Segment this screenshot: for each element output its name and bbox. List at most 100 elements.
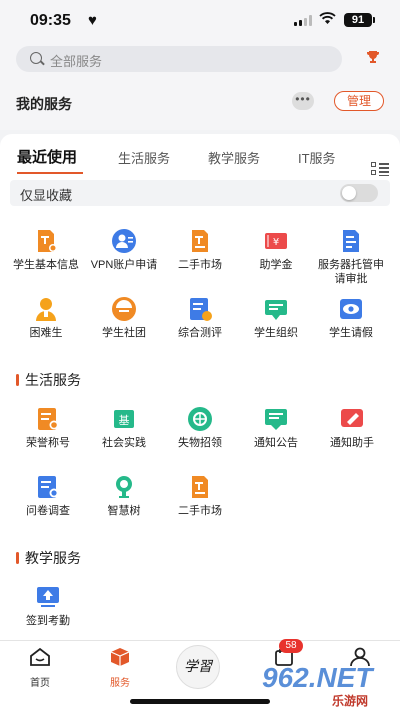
status-time: 09:35 — [30, 12, 71, 29]
second-hand-market-icon — [192, 230, 208, 252]
services-box-icon — [110, 648, 130, 666]
watermark-logo: 962.NET — [262, 662, 373, 693]
tab-teaching[interactable]: 教学服务 — [208, 148, 260, 167]
status-bar: 09:35 ♥ 91 — [0, 0, 400, 40]
app-server-hosting[interactable]: 服务器托管申请审批 — [316, 228, 386, 286]
grid-view-icon[interactable] — [371, 162, 389, 177]
battery-indicator: 91 — [344, 13, 372, 27]
svg-text:基: 基 — [119, 414, 130, 427]
search-placeholder: 全部服务 — [50, 54, 103, 69]
study-center-button[interactable]: 学習 — [176, 645, 220, 689]
social-practice-icon: 基 — [114, 410, 134, 428]
honor-title-icon — [38, 408, 59, 430]
app-second-hand-market[interactable]: 二手市场 — [165, 228, 235, 272]
app-label: 荣誉称号 — [26, 437, 70, 449]
app-label: 学生社团 — [102, 327, 146, 339]
app-label: 二手市场 — [178, 259, 222, 271]
app-grant[interactable]: ¥ 助学金 — [241, 228, 311, 272]
tab-services-label: 服务 — [110, 678, 130, 689]
questionnaire-icon — [38, 476, 59, 498]
comprehensive-evaluation-icon — [190, 298, 212, 321]
app-needy-student[interactable]: 困难生 — [11, 296, 81, 340]
app-smart-tree[interactable]: 智慧树 — [89, 474, 159, 518]
tab-life[interactable]: 生活服务 — [118, 148, 170, 167]
tab-home[interactable]: 首页 — [15, 647, 65, 689]
app-label: 困难生 — [29, 327, 63, 339]
app-label: 失物招领 — [178, 437, 222, 449]
svg-text:¥: ¥ — [273, 237, 279, 248]
active-tab-underline — [17, 172, 83, 174]
home-icon — [30, 647, 50, 666]
app-questionnaire[interactable]: 问卷调查 — [13, 474, 83, 518]
signal-icon — [294, 15, 312, 26]
grant-icon: ¥ — [265, 233, 287, 249]
server-hosting-icon — [343, 230, 359, 252]
vpn-account-icon — [112, 229, 136, 253]
app-label: 综合测评 — [178, 327, 222, 339]
app-student-organization[interactable]: 学生组织 — [241, 296, 311, 340]
app-student-club[interactable]: 学生社团 — [89, 296, 159, 340]
home-indicator[interactable] — [130, 699, 270, 704]
heart-icon: ♥ — [88, 12, 97, 29]
wifi-icon — [319, 12, 336, 24]
teaching-section-label: 教学服务 — [25, 550, 81, 566]
app-social-practice[interactable]: 基 社会实践 — [89, 406, 159, 450]
app-label: 社会实践 — [102, 437, 146, 449]
app-student-leave[interactable]: 学生请假 — [316, 296, 386, 340]
notice-assistant-icon — [341, 409, 363, 427]
life-section-label: 生活服务 — [25, 372, 81, 388]
app-label: VPN账户申请 — [90, 259, 158, 271]
app-label: 学生基本信息 — [13, 259, 79, 271]
favorites-toggle[interactable] — [340, 184, 378, 202]
tab-recent[interactable]: 最近使用 — [17, 146, 77, 167]
toggle-knob — [342, 186, 356, 200]
app-comprehensive-evaluation[interactable]: 综合测评 — [165, 296, 235, 340]
trophy-icon[interactable] — [366, 50, 380, 64]
service-panel: 最近使用 生活服务 教学服务 IT服务 仅显收藏 学生基本信息 VPN账户申请 — [0, 134, 400, 644]
battery-tip — [373, 17, 375, 23]
manage-button[interactable]: 管理 — [334, 91, 384, 111]
life-section-title: 生活服务 — [16, 370, 81, 390]
tab-services[interactable]: 服务 — [95, 647, 145, 689]
site-watermark: 962.NET 乐游网 — [262, 662, 392, 708]
student-info-icon — [38, 230, 57, 252]
app-notice-assistant[interactable]: 通知助手 — [317, 406, 387, 450]
app-label: 服务器托管申请审批 — [318, 259, 384, 285]
student-club-icon — [112, 297, 136, 321]
app-student-info[interactable]: 学生基本信息 — [11, 228, 81, 272]
app-honor-title[interactable]: 荣誉称号 — [13, 406, 83, 450]
section-accent-bar — [16, 374, 19, 386]
app-second-hand-market-2[interactable]: 二手市场 — [165, 474, 235, 518]
student-organization-icon — [265, 300, 287, 320]
smart-tree-icon — [116, 476, 132, 498]
message-count-badge: 58 — [279, 639, 303, 653]
lost-found-icon — [188, 407, 212, 431]
category-tabs: 最近使用 生活服务 教学服务 IT服务 — [0, 146, 400, 177]
tab-it[interactable]: IT服务 — [298, 148, 336, 167]
app-attendance[interactable]: 签到考勤 — [13, 584, 83, 628]
tab-home-label: 首页 — [30, 678, 50, 689]
notice-icon — [265, 409, 287, 430]
app-vpn-account[interactable]: VPN账户申请 — [89, 228, 159, 272]
favorites-filter-row: 仅显收藏 — [10, 180, 390, 206]
section-accent-bar — [16, 552, 19, 564]
second-hand-market-icon — [192, 476, 208, 498]
app-label: 通知助手 — [330, 437, 374, 449]
more-button[interactable]: ••• — [292, 92, 314, 110]
header: 全部服务 我的服务 ••• 管理 — [0, 40, 400, 130]
app-label: 二手市场 — [178, 505, 222, 517]
attendance-icon — [37, 587, 59, 607]
app-label: 问卷调查 — [26, 505, 70, 517]
app-label: 通知公告 — [254, 437, 298, 449]
app-notice[interactable]: 通知公告 — [241, 406, 311, 450]
student-leave-icon — [340, 299, 362, 319]
my-services-title: 我的服务 — [16, 96, 72, 112]
watermark-subtext: 乐游网 — [332, 694, 369, 708]
app-label: 学生请假 — [329, 327, 373, 339]
app-label: 智慧树 — [107, 505, 141, 517]
teaching-section-title: 教学服务 — [16, 548, 81, 568]
search-input[interactable]: 全部服务 — [16, 46, 342, 72]
favorites-filter-label: 仅显收藏 — [20, 188, 73, 203]
app-lost-found[interactable]: 失物招领 — [165, 406, 235, 450]
app-label: 签到考勤 — [26, 615, 70, 627]
